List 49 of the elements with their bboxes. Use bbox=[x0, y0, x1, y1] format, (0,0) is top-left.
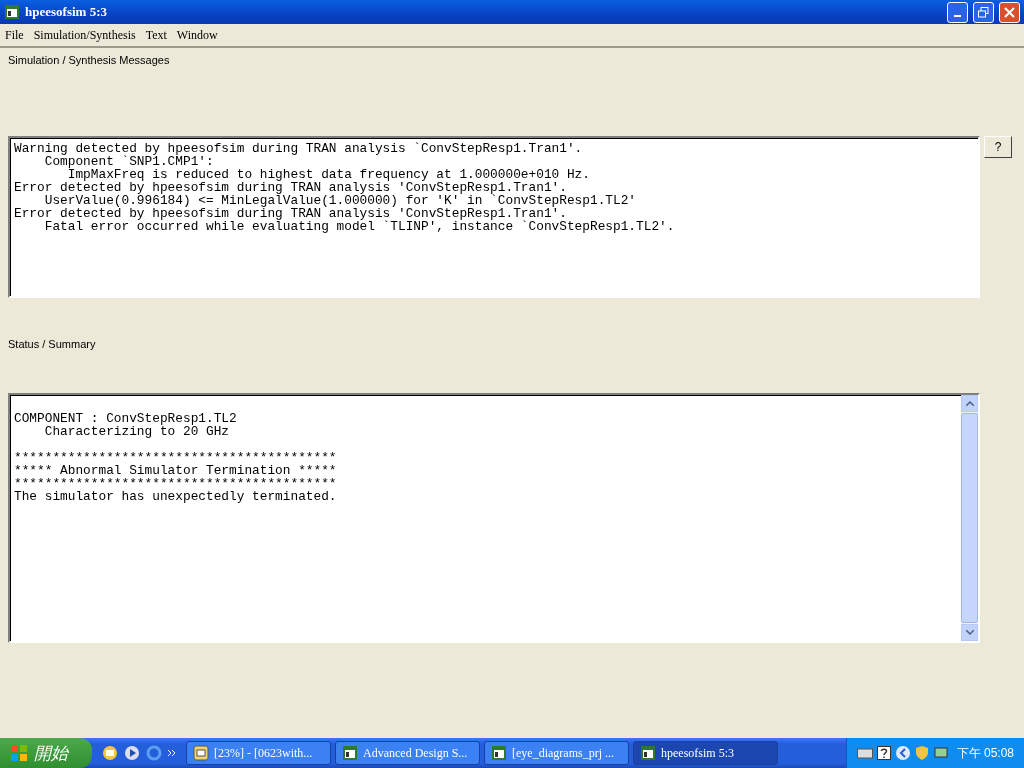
app-icon bbox=[4, 4, 20, 20]
menu-item[interactable]: File bbox=[5, 27, 24, 43]
window-title: hpeesofsim 5:3 bbox=[25, 4, 107, 20]
mail-icon[interactable] bbox=[102, 745, 118, 761]
schematic-icon bbox=[491, 745, 507, 761]
app-icon bbox=[342, 745, 358, 761]
start-button[interactable]: 開始 bbox=[0, 738, 92, 768]
windows-logo-icon bbox=[10, 744, 28, 762]
minimize-icon bbox=[954, 15, 961, 17]
app-icon bbox=[640, 745, 656, 761]
restore-button[interactable] bbox=[973, 1, 994, 23]
close-icon bbox=[1004, 6, 1015, 18]
messages-text-area[interactable] bbox=[8, 136, 980, 298]
message-line: Warning detected by hpeesofsim during TRAN analysis `ConvStepResp1.Tran1'. bbox=[14, 142, 584, 155]
clock: 下午 05:08 bbox=[956, 744, 1014, 762]
message-line: Error detected by hpeesofsim during TRAN analysis 'ConvStepResp1.Tran1'. bbox=[14, 207, 567, 220]
scroll-up-icon[interactable] bbox=[961, 395, 978, 412]
status-line: ****************************************** bbox=[14, 451, 338, 464]
section-label: Status / Summary bbox=[8, 338, 97, 350]
status-line: The simulator has unexpectedly terminated. bbox=[14, 490, 338, 503]
restore-icon bbox=[978, 6, 989, 18]
taskbar-button[interactable]: [23%] - [0623with... bbox=[186, 741, 331, 765]
message-line: Fatal error occurred while evaluating model `TLINP', instance `ConvStepResp1.TL2'. bbox=[43, 220, 676, 233]
status-line: Characterizing to 20 GHz bbox=[43, 425, 230, 438]
scroll-down-icon[interactable] bbox=[961, 624, 978, 641]
taskbar-button[interactable]: Advanced Design S... bbox=[335, 741, 480, 765]
media-play-icon[interactable] bbox=[124, 745, 140, 761]
section-label: Simulation / Synthesis Messages bbox=[8, 54, 171, 66]
status-line: ***** Abnormal Simulator Termination ***** bbox=[14, 464, 338, 477]
message-line: UserValue(0.996184) <= MinLegalValue(1.000000) for 'K' in `ConvStepResp1.TL2' bbox=[43, 194, 638, 207]
status-line: ****************************************** bbox=[14, 477, 338, 490]
menu-item[interactable]: Window bbox=[176, 27, 218, 43]
message-line: Component `SNP1.CMP1': bbox=[44, 155, 214, 168]
message-line: Error detected by hpeesofsim during TRAN analysis 'ConvStepResp1.Tran1'. bbox=[14, 181, 567, 194]
status-text-area[interactable] bbox=[8, 393, 980, 643]
status-line: COMPONENT : ConvStepResp1.TL2 bbox=[14, 412, 238, 425]
taskbar-button[interactable]: hpeesofsim 5:3 bbox=[633, 741, 778, 765]
keyboard-icon[interactable] bbox=[856, 747, 873, 759]
chevron-icon[interactable] bbox=[168, 749, 176, 757]
minimize-button[interactable] bbox=[947, 1, 968, 23]
arrow-left-icon[interactable] bbox=[894, 745, 911, 761]
help-button[interactable]: ? bbox=[984, 136, 1012, 158]
help-icon[interactable] bbox=[876, 746, 891, 760]
window-icon bbox=[193, 745, 209, 761]
menu-item[interactable]: Text bbox=[145, 27, 167, 43]
message-line: ImpMaxFreq is reduced to highest data frequency at 1.000000e+010 Hz. bbox=[67, 168, 591, 181]
taskbar-button[interactable]: [eye_diagrams_prj ... bbox=[484, 741, 629, 765]
close-button[interactable] bbox=[999, 1, 1020, 23]
menu-item[interactable]: Simulation/Synthesis bbox=[33, 27, 136, 43]
